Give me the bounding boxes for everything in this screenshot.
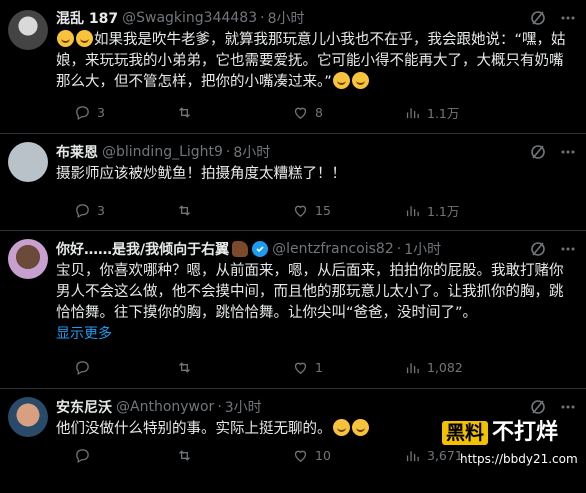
repost-icon (179, 106, 190, 118)
grok-icon[interactable] (530, 144, 546, 164)
like-button[interactable]: 10 (292, 447, 331, 464)
tweet-text: 摄影师应该被炒鱿鱼！拍摄角度太糟糕了！！ (56, 166, 346, 182)
action-bar: 1 1,082 (56, 357, 586, 377)
watermark-brand-box: 黑料 (442, 421, 489, 445)
reply-count: 3 (97, 104, 105, 120)
avatar[interactable] (8, 239, 48, 279)
user-handle[interactable]: @blinding_Light9 (102, 144, 223, 160)
like-button[interactable]: 8 (292, 104, 323, 121)
separator: · (225, 144, 231, 160)
heart-icon (294, 205, 307, 217)
hand-emoji-icon (232, 241, 249, 257)
heart-icon (294, 107, 307, 119)
user-handle[interactable]: @lentzfrancois82 (272, 241, 394, 257)
reply-icon (76, 105, 89, 120)
action-bar: 3 8 1.1万 (56, 102, 586, 122)
tweet-text-content: 如果我是吹牛老爹，就算我那玩意儿小我也不在乎，我会跟她说：“嘿，姑娘，来玩玩我的… (56, 32, 566, 90)
heart-icon (294, 450, 307, 462)
timestamp[interactable]: 8小时 (233, 142, 270, 162)
separator: · (260, 10, 265, 26)
tweet-2[interactable]: 布莱恩 @blinding_Light9 · 8小时 摄影师应该被炒鱿鱼！拍摄角… (0, 134, 586, 231)
views-button[interactable]: 1,082 (404, 359, 463, 376)
user-handle[interactable]: @Swagking344483 (122, 10, 257, 26)
avatar[interactable] (8, 397, 48, 437)
rofl-emoji-icon (332, 419, 350, 436)
display-name[interactable]: 混乱 187 (56, 8, 118, 28)
views-button[interactable]: 1.1万 (404, 201, 459, 220)
tweet-text-content: 他们没做什么特别的事。实际上挺无聊的。 (56, 421, 332, 437)
like-count: 10 (315, 447, 331, 463)
avatar[interactable] (8, 10, 48, 50)
timestamp[interactable]: 8小时 (268, 8, 305, 28)
grok-icon[interactable] (530, 10, 546, 30)
display-name[interactable]: 布莱恩 (56, 142, 98, 162)
views-icon (406, 205, 419, 216)
user-handle[interactable]: @Anthonywor (116, 399, 214, 415)
reply-icon (76, 203, 89, 218)
show-more-link[interactable]: 显示更多 (56, 324, 586, 344)
more-icon[interactable] (560, 399, 576, 419)
views-icon (406, 107, 419, 118)
repost-button[interactable] (176, 359, 199, 376)
rofl-emoji-icon (351, 72, 369, 89)
separator: · (396, 241, 402, 257)
heart-icon (294, 362, 307, 374)
laughing-emoji-icon (332, 72, 350, 89)
views-icon (406, 362, 419, 373)
laughing-emoji-icon (57, 30, 74, 47)
tweet-3[interactable]: 你好……是我/我倾向于右翼 @lentzfrancois82 · 1小时 宝贝，… (0, 231, 586, 389)
watermark: 黑料 不打烊 https://bbdy21.com (442, 420, 580, 486)
watermark-url: https://bbdy21.com (460, 452, 578, 466)
timestamp[interactable]: 1小时 (404, 239, 441, 259)
more-icon[interactable] (560, 144, 576, 164)
like-button[interactable]: 15 (292, 202, 331, 219)
reply-icon (76, 448, 89, 463)
timestamp[interactable]: 3小时 (225, 397, 262, 417)
tweet-text: 宝贝，你喜欢哪种？嗯，从前面来，嗯，从后面来，拍拍你的屁股。我敢打赌你男人不会这… (56, 263, 564, 321)
avatar[interactable] (8, 142, 48, 182)
watermark-logo: 黑料 不打烊 (442, 420, 580, 446)
view-count: 1,082 (427, 359, 463, 375)
display-name[interactable]: 安东尼沃 (56, 397, 112, 417)
view-count: 1.1万 (427, 203, 460, 219)
repost-button[interactable] (176, 202, 199, 219)
verified-badge-icon (252, 241, 269, 257)
repost-icon (179, 361, 190, 373)
like-button[interactable]: 1 (292, 359, 323, 376)
like-count: 1 (315, 359, 323, 375)
reply-icon (76, 360, 89, 375)
view-count: 1.1万 (427, 105, 460, 121)
like-count: 15 (315, 202, 331, 218)
more-icon[interactable] (560, 241, 576, 261)
separator: · (217, 399, 222, 415)
reply-button[interactable] (74, 359, 97, 376)
grok-icon[interactable] (530, 241, 546, 261)
action-bar: 3 15 1.1万 (56, 200, 586, 220)
more-icon[interactable] (560, 10, 576, 30)
views-button[interactable]: 1.1万 (404, 103, 459, 122)
reply-button[interactable] (74, 447, 97, 464)
repost-icon (179, 204, 190, 216)
repost-button[interactable] (176, 104, 199, 121)
yawning-emoji-icon (351, 419, 369, 436)
repost-button[interactable] (176, 447, 199, 464)
like-count: 8 (315, 104, 323, 120)
views-icon (406, 450, 419, 461)
repost-icon (179, 449, 190, 461)
watermark-brand-text: 不打烊 (492, 420, 559, 445)
reply-count: 3 (97, 202, 105, 218)
display-name[interactable]: 你好……是我/我倾向于右翼 (56, 239, 229, 259)
reply-button[interactable]: 3 (74, 104, 105, 121)
reply-button[interactable]: 3 (74, 202, 105, 219)
grok-icon[interactable] (530, 399, 546, 419)
tweet-1[interactable]: 混乱 187 @Swagking344483 · 8小时 如果我是吹牛老爹，就算… (0, 0, 586, 134)
rofl-emoji-icon (76, 30, 93, 47)
tweet-text: 如果我是吹牛老爹，就算我那玩意儿小我也不在乎，我会跟她说：“嘿，姑娘，来玩玩我的… (56, 30, 586, 93)
